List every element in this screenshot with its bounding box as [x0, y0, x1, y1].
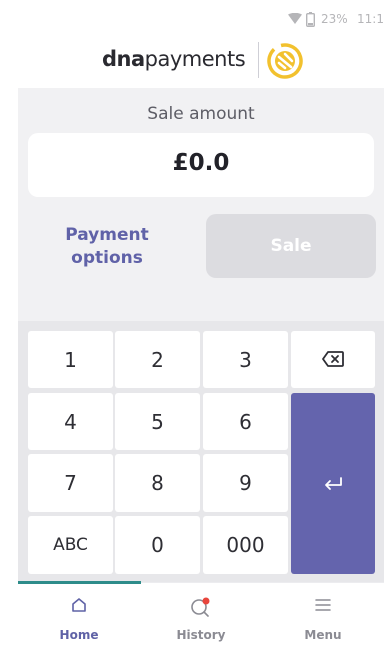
status-bar: 23% 11:11	[18, 0, 384, 38]
tab-history[interactable]: History	[140, 583, 262, 650]
payment-options-label-line1: Payment	[65, 225, 149, 245]
sale-amount-value: £0.0	[172, 150, 230, 176]
battery-percentage: 23%	[321, 12, 348, 26]
sale-amount-display: £0.0	[28, 133, 374, 197]
brand-name-regular: payments	[144, 47, 246, 71]
tab-home[interactable]: Home	[18, 583, 140, 650]
menu-icon	[262, 597, 384, 617]
status-clock: 11:11	[357, 12, 384, 26]
search-icon	[140, 597, 262, 621]
enter-icon	[323, 472, 343, 496]
payment-options-label-line2: options	[71, 248, 143, 268]
backspace-icon	[322, 348, 344, 372]
brand-divider	[258, 42, 259, 78]
bottom-navigation: Home History Menu	[18, 581, 384, 650]
sale-button[interactable]: Sale	[206, 214, 376, 278]
payment-options-button[interactable]: Payment options	[52, 224, 162, 270]
home-icon	[18, 597, 140, 617]
key-1[interactable]: 1	[28, 331, 113, 388]
key-7[interactable]: 7	[28, 454, 113, 512]
enter-key[interactable]	[291, 393, 375, 574]
dna-logo-icon	[266, 42, 304, 80]
brand-header: dnapayments	[18, 38, 384, 86]
brand-name-bold: dna	[102, 47, 145, 71]
sale-panel: Sale amount £0.0 Payment options Sale	[18, 88, 384, 321]
key-2[interactable]: 2	[115, 331, 200, 388]
app-screen: 23% 11:11 dnapayments Sale amount £0.0 P…	[18, 0, 384, 650]
numeric-keypad: 1 2 3 4 5 6 7 8 9 ABC 0 000	[18, 321, 384, 582]
backspace-key[interactable]	[291, 331, 375, 388]
key-5[interactable]: 5	[115, 393, 200, 450]
sale-amount-label: Sale amount	[147, 104, 255, 124]
tab-home-label: Home	[59, 628, 99, 642]
key-3[interactable]: 3	[203, 331, 288, 388]
key-9[interactable]: 9	[203, 454, 288, 512]
key-4[interactable]: 4	[28, 393, 113, 450]
key-6[interactable]: 6	[203, 393, 288, 450]
screen-margin	[0, 0, 18, 650]
wifi-icon	[288, 12, 302, 27]
tab-menu-label: Menu	[304, 628, 342, 642]
key-000[interactable]: 000	[203, 516, 288, 574]
brand-wordmark: dnapayments	[102, 44, 246, 74]
tab-menu[interactable]: Menu	[262, 583, 384, 650]
key-abc[interactable]: ABC	[28, 516, 113, 574]
battery-icon	[305, 12, 315, 30]
notification-badge	[202, 597, 210, 605]
key-0[interactable]: 0	[115, 516, 200, 574]
key-8[interactable]: 8	[115, 454, 200, 512]
tab-history-label: History	[176, 628, 226, 642]
